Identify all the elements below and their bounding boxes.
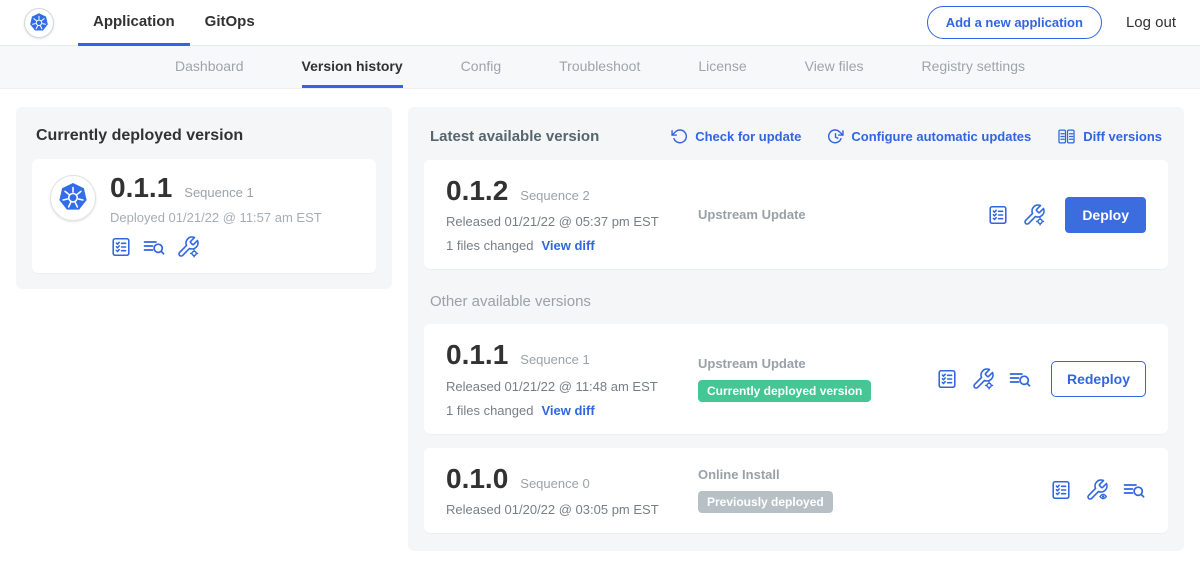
kubernetes-icon	[56, 181, 90, 215]
sequence-label: Sequence 1	[520, 352, 589, 367]
deploy-logs-icon[interactable]	[142, 235, 166, 259]
version-source-label: Upstream Update	[698, 207, 987, 222]
check-for-update-link[interactable]: Check for update	[671, 128, 801, 145]
configure-automatic-updates-link[interactable]: Configure automatic updates	[827, 128, 1031, 145]
view-diff-link[interactable]: View diff	[541, 238, 594, 253]
deployed-timestamp: Deployed 01/21/22 @ 11:57 am EST	[110, 210, 322, 225]
released-timestamp: Released 01/21/22 @ 11:48 am EST	[446, 379, 698, 394]
redeploy-button[interactable]: Redeploy	[1051, 361, 1146, 397]
logout-button[interactable]: Log out	[1126, 14, 1176, 31]
subtab-view-files[interactable]: View files	[805, 46, 864, 88]
subtab-config[interactable]: Config	[461, 46, 501, 88]
config-wrench-gear-icon[interactable]	[971, 367, 995, 391]
config-wrench-gear-icon[interactable]	[1022, 203, 1046, 227]
version-number: 0.1.1	[446, 340, 508, 369]
subtab-troubleshoot[interactable]: Troubleshoot	[559, 46, 640, 88]
files-changed-label: 1 files changed	[446, 238, 533, 253]
app-logo	[24, 8, 54, 38]
kubernetes-icon	[28, 12, 50, 34]
top-header: Application GitOps Add a new application…	[0, 0, 1200, 46]
deploy-button[interactable]: Deploy	[1065, 197, 1146, 233]
config-wrench-eye-icon[interactable]	[1085, 478, 1109, 502]
tab-gitops[interactable]: GitOps	[190, 0, 270, 46]
version-source-label: Online Install	[698, 467, 1050, 482]
app-subnav: Dashboard Version history Config Trouble…	[0, 46, 1200, 89]
files-changed-label: 1 files changed	[446, 403, 533, 418]
deployed-sequence-label: Sequence 1	[184, 185, 253, 200]
version-number: 0.1.2	[446, 176, 508, 205]
view-diff-link[interactable]: View diff	[541, 403, 594, 418]
released-timestamp: Released 01/21/22 @ 05:37 pm EST	[446, 214, 698, 229]
header-right: Add a new application Log out	[927, 6, 1176, 39]
clock-refresh-icon	[827, 128, 844, 145]
add-application-button[interactable]: Add a new application	[927, 6, 1102, 39]
deploy-logs-icon[interactable]	[1008, 367, 1032, 391]
refresh-icon	[671, 128, 688, 145]
deploy-logs-icon[interactable]	[1122, 478, 1146, 502]
config-wrench-gear-icon[interactable]	[176, 235, 200, 259]
sequence-label: Sequence 2	[520, 188, 589, 203]
currently-deployed-panel: Currently deployed version 0.1.1 Sequenc…	[16, 107, 392, 289]
sequence-label: Sequence 0	[520, 476, 589, 491]
main-content: Currently deployed version 0.1.1 Sequenc…	[0, 89, 1200, 569]
deployed-version-card: 0.1.1 Sequence 1 Deployed 01/21/22 @ 11:…	[32, 159, 376, 273]
version-number: 0.1.0	[446, 464, 508, 493]
version-actions: Check for update Configure automatic upd…	[671, 127, 1162, 146]
header-tabs: Application GitOps	[78, 0, 270, 46]
preflight-checklist-icon[interactable]	[110, 236, 132, 258]
preflight-checklist-icon[interactable]	[987, 204, 1009, 226]
version-row-0-1-0: 0.1.0 Sequence 0 Released 01/20/22 @ 03:…	[424, 448, 1168, 533]
app-logo-large	[50, 175, 96, 221]
deployed-panel-title: Currently deployed version	[36, 127, 372, 145]
tab-application[interactable]: Application	[78, 0, 190, 46]
currently-deployed-badge: Currently deployed version	[698, 380, 871, 402]
version-row-0-1-2: 0.1.2 Sequence 2 Released 01/21/22 @ 05:…	[424, 160, 1168, 269]
released-timestamp: Released 01/20/22 @ 03:05 pm EST	[446, 502, 698, 517]
subtab-version-history[interactable]: Version history	[302, 46, 403, 88]
version-source-label: Upstream Update	[698, 356, 936, 371]
other-available-title: Other available versions	[430, 293, 1162, 310]
latest-available-title: Latest available version	[430, 128, 599, 145]
preflight-checklist-icon[interactable]	[936, 368, 958, 390]
subtab-dashboard[interactable]: Dashboard	[175, 46, 244, 88]
diff-versions-link[interactable]: Diff versions	[1057, 127, 1162, 146]
previously-deployed-badge: Previously deployed	[698, 491, 833, 513]
version-row-0-1-1: 0.1.1 Sequence 1 Released 01/21/22 @ 11:…	[424, 324, 1168, 433]
diff-columns-icon	[1057, 127, 1076, 146]
preflight-checklist-icon[interactable]	[1050, 479, 1072, 501]
available-versions-panel: Latest available version Check for updat…	[408, 107, 1184, 551]
subtab-license[interactable]: License	[698, 46, 746, 88]
deployed-version-number: 0.1.1	[110, 173, 172, 202]
subtab-registry-settings[interactable]: Registry settings	[922, 46, 1025, 88]
